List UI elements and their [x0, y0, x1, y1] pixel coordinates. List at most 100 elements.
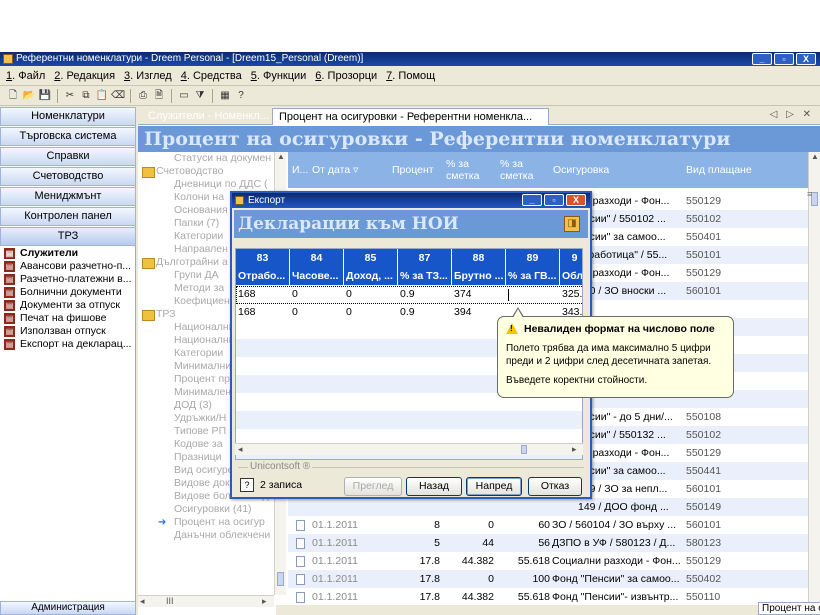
table-row[interactable]: 01.1.2011 17.8 44.382 55.618 Фонд "Пенсии"- …	[288, 588, 808, 606]
menu-item[interactable]: 4. Средства	[181, 70, 242, 82]
minimize-button[interactable]: _	[752, 53, 772, 65]
column-header-insurance[interactable]: Осигуровка	[553, 164, 609, 176]
tree-item[interactable]: Процент на осигур	[138, 516, 286, 529]
save-icon[interactable]: 💾	[38, 89, 52, 103]
column-header[interactable]: Брутно ...	[452, 267, 506, 285]
tree-item[interactable]: Дневници по ДДС (	[138, 178, 286, 191]
sidebar-item[interactable]: ▤ Използван отпуск	[0, 325, 135, 338]
grid-cell[interactable]: 374	[452, 286, 506, 303]
sidebar-item[interactable]: ▤ Авансови разчетно-п...	[0, 260, 135, 273]
nav-button[interactable]: Мениджмънт	[0, 187, 136, 206]
nav-button[interactable]: Контролен панел	[0, 207, 136, 226]
scroll-grip-icon[interactable]: III	[166, 596, 174, 606]
table-row[interactable]: 01.1.2011 8 0 60 ЗО / 560104 / ЗО въpху ... 5…	[288, 516, 808, 534]
menu-item[interactable]: 2. Редакция	[54, 70, 115, 82]
table-row[interactable]: 01.1.2011 17.8 44.382 55.618 Социални разход…	[288, 552, 808, 570]
preview-button[interactable]: Преглед	[344, 477, 402, 496]
dialog-minimize-button[interactable]: _	[522, 194, 542, 206]
column-header-from-date[interactable]: От дата ▿	[312, 164, 358, 176]
tab-employees[interactable]: Служители - Номенкл...	[142, 108, 270, 125]
menu-item[interactable]: 1. Файл	[6, 70, 45, 82]
nav-button[interactable]: Справки	[0, 147, 136, 166]
open-folder-icon[interactable]: 📂	[22, 89, 36, 103]
restore-window-icon[interactable]: ◨	[564, 216, 580, 232]
tab-insurance-percent[interactable]: Процент на осигуровки - Референтни номен…	[272, 108, 549, 125]
window-icon[interactable]: ▭	[177, 89, 191, 103]
grid-cell[interactable]: 0.9	[398, 304, 452, 321]
sidebar-item[interactable]: ▤ Документи за отпуск	[0, 299, 135, 312]
column-header[interactable]: % за ГВ...	[506, 267, 560, 285]
column-header[interactable]: % за ТЗ...	[398, 267, 452, 285]
nav-button[interactable]: Номенклатури	[0, 107, 136, 126]
help-icon[interactable]: ?	[240, 478, 254, 492]
grid-cell[interactable]: 168	[236, 304, 290, 321]
tree-horizontal-scrollbar[interactable]: ◂ III ▸	[138, 595, 274, 607]
scroll-up-icon[interactable]: ▲	[811, 152, 819, 161]
menu-item[interactable]: 7. Помощ	[386, 70, 435, 82]
nav-button-administration[interactable]: Администрация	[0, 601, 136, 615]
column-header[interactable]: Отрабо...	[236, 267, 290, 285]
side-grip-icon[interactable]: ≡	[807, 189, 816, 199]
nav-button[interactable]: ТРЗ	[0, 227, 136, 246]
tree-item[interactable]: Данъчни облекчени	[138, 529, 286, 542]
column-header-employer-share[interactable]: % за сметка	[446, 158, 490, 182]
column-number[interactable]: 89	[506, 249, 560, 267]
filter-icon[interactable]: ⧩	[193, 89, 207, 103]
column-header-employee-share[interactable]: % за сметка	[500, 158, 544, 182]
nav-button[interactable]: Счетоводство	[0, 167, 136, 186]
column-header-id[interactable]: И...	[292, 164, 308, 176]
menu-item[interactable]: 6. Прозорци	[315, 70, 377, 82]
grid-cell[interactable]: 168	[236, 286, 290, 303]
dialog-maximize-button[interactable]: ▫	[544, 194, 564, 206]
status-tab[interactable]: Процент на осигуровки	[758, 602, 820, 615]
column-number[interactable]: 83	[236, 249, 290, 267]
grid-cell[interactable]: 0	[290, 286, 344, 303]
scroll-right-icon[interactable]: ▸	[262, 596, 267, 607]
nav-button[interactable]: Търговска система	[0, 127, 136, 146]
tree-folder[interactable]: Счетоводство	[138, 165, 286, 178]
sidebar-item[interactable]: ▤ Експорт на декларац...	[0, 338, 135, 351]
eraser-icon[interactable]: ⌫	[111, 89, 125, 103]
table-row[interactable]: 01.1.2011 5 44 56 ДЗПО в УФ / 580123 / Д... 5…	[288, 534, 808, 552]
sidebar-item[interactable]: ▤ Болнични документи	[0, 286, 135, 299]
column-number[interactable]: 84	[290, 249, 344, 267]
tree-item[interactable]: Осигуровки (41)	[138, 503, 286, 516]
new-document-icon[interactable]: 🗋	[6, 89, 20, 103]
column-header[interactable]: Часове...	[290, 267, 344, 285]
grid-cell[interactable]	[506, 286, 560, 303]
grid-cell[interactable]: 0	[344, 286, 398, 303]
back-button[interactable]: Назад	[406, 477, 462, 496]
grid-cell[interactable]: 0	[290, 304, 344, 321]
help-icon[interactable]: ?	[234, 89, 248, 103]
column-header-payment-type[interactable]: Вид плащане	[686, 164, 752, 176]
print-preview-icon[interactable]: 🗎	[152, 89, 166, 103]
grid-cell[interactable]: 325.'	[560, 286, 582, 303]
table-row[interactable]: 149 / ДОО фонд ... 550149	[288, 498, 808, 516]
sidebar-item[interactable]: ▤ Печат на фишове	[0, 312, 135, 325]
column-header[interactable]: Доход, ...	[344, 267, 398, 285]
scroll-left-icon[interactable]: ◂	[140, 596, 145, 607]
tab-navigation[interactable]: ◁ ▷ ✕	[770, 109, 814, 120]
scroll-thumb[interactable]	[277, 572, 284, 586]
cancel-button[interactable]: Отказ	[528, 477, 582, 496]
scroll-right-icon[interactable]: ▸	[572, 444, 577, 455]
column-number[interactable]: 87	[398, 249, 452, 267]
column-header-percent[interactable]: Процент	[392, 164, 434, 176]
table-row[interactable]: 01.1.2011 17.8 0 100 Фонд "Пенсии" за самоо.…	[288, 570, 808, 588]
tree-item[interactable]: Статуси на докумен	[138, 152, 286, 165]
grid-cell[interactable]: 0	[344, 304, 398, 321]
sidebar-item[interactable]: ▤ Служители	[0, 247, 135, 260]
maximize-button[interactable]: ▫	[774, 53, 794, 65]
scroll-up-icon[interactable]: ▲	[276, 152, 286, 162]
next-button[interactable]: Напред	[466, 477, 522, 496]
column-header[interactable]: Обла	[560, 267, 582, 285]
calculator-icon[interactable]: ▦	[218, 89, 232, 103]
print-icon[interactable]: ⎙	[136, 89, 150, 103]
paste-icon[interactable]: 📋	[95, 89, 109, 103]
column-number[interactable]: 88	[452, 249, 506, 267]
close-button[interactable]: X	[796, 53, 816, 65]
dialog-close-button[interactable]: X	[566, 194, 586, 206]
menu-item[interactable]: 3. Изглед	[124, 70, 172, 82]
dialog-horizontal-scrollbar[interactable]: ◂ ▸	[235, 443, 583, 455]
menu-item[interactable]: 5. Функции	[251, 70, 307, 82]
